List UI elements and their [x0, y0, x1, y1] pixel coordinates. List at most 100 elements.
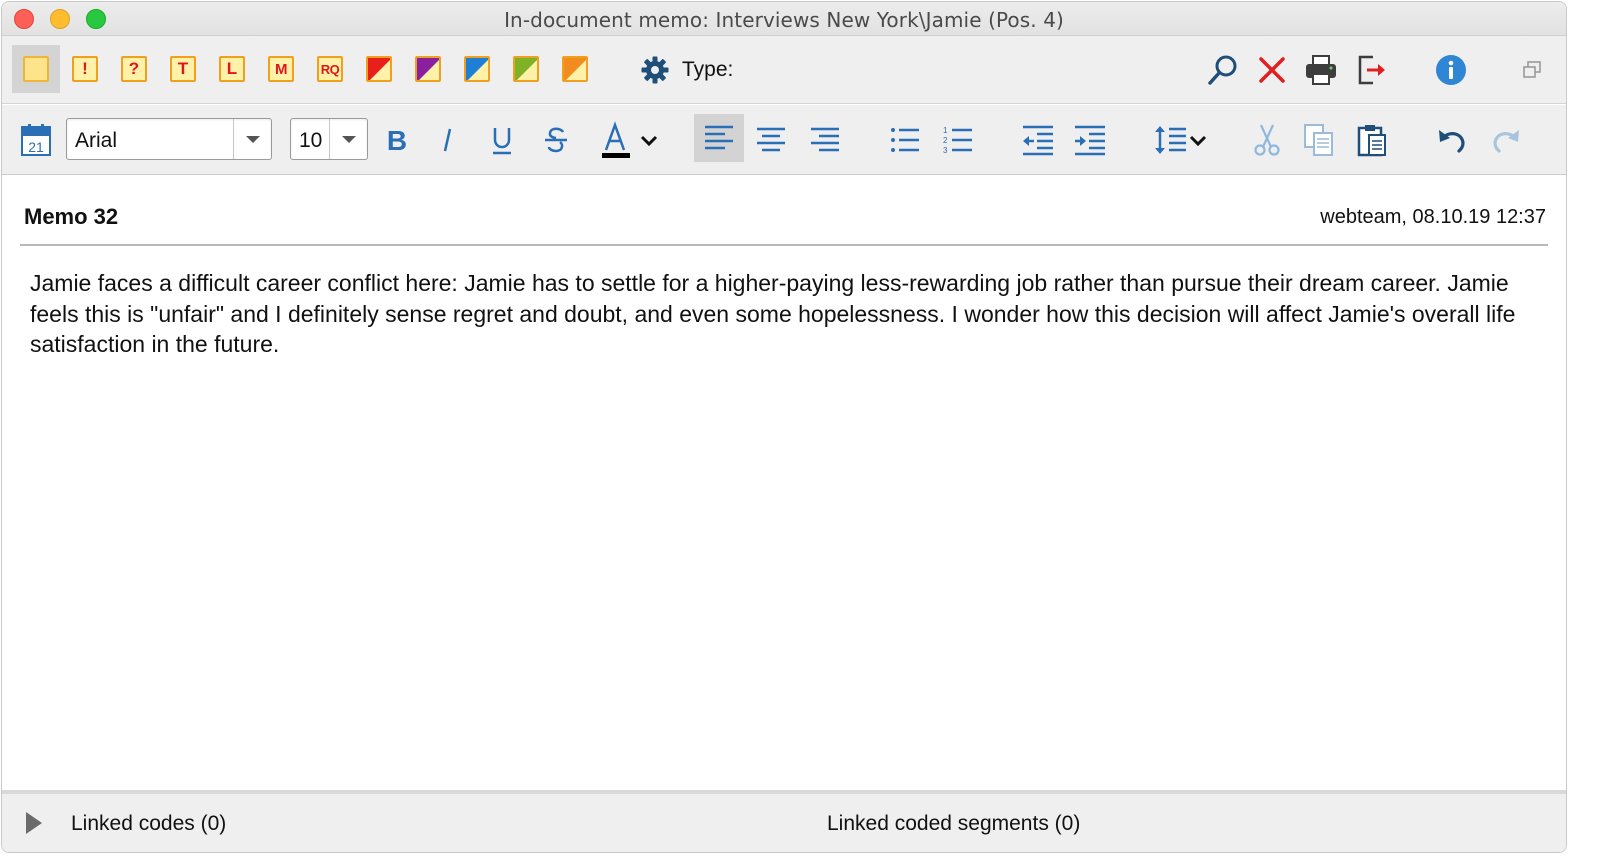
- expand-triangle-icon[interactable]: [26, 812, 42, 834]
- calendar-day: 21: [28, 139, 44, 155]
- font-family-dropdown-arrow[interactable]: [233, 119, 271, 159]
- memo-green-icon: [513, 56, 539, 82]
- type-label: Type:: [682, 58, 734, 81]
- memo-orange-icon: [562, 56, 588, 82]
- calendar-icon: 21: [21, 124, 51, 156]
- memo-theory-icon: T: [170, 56, 196, 82]
- bullet-list-button[interactable]: [885, 120, 925, 160]
- redo-icon: [1493, 130, 1519, 153]
- numbered-list-icon: 123: [943, 126, 972, 155]
- cut-icon: [1254, 124, 1280, 156]
- linked-items-bar: Linked codes (0) Linked coded segments (…: [2, 790, 1566, 852]
- linked-codes-label[interactable]: Linked codes (0): [71, 812, 226, 836]
- restore-window-button[interactable]: [1514, 52, 1550, 88]
- outdent-icon: [1023, 125, 1053, 156]
- restore-window-icon: [1523, 61, 1541, 78]
- line-spacing-button[interactable]: [1154, 120, 1216, 160]
- print-button[interactable]: [1303, 52, 1339, 88]
- align-center-icon: [757, 127, 785, 152]
- memo-type-settings-button[interactable]: [640, 55, 670, 85]
- memo-research-question-icon: RQ: [317, 56, 343, 82]
- undo-icon: [1439, 130, 1465, 153]
- paste-icon: [1357, 125, 1386, 157]
- copy-button[interactable]: [1299, 120, 1339, 160]
- memo-blue-icon: [464, 56, 490, 82]
- bullet-list-icon: [891, 128, 919, 152]
- memo-red-icon: [366, 56, 392, 82]
- strikethrough-icon: [545, 127, 567, 153]
- memo-editor[interactable]: Memo 32 webteam, 08.10.19 12:37 Jamie fa…: [2, 176, 1566, 790]
- font-color-button[interactable]: [598, 120, 662, 160]
- memo-purple-icon: [415, 56, 441, 82]
- underline-button[interactable]: [482, 120, 522, 160]
- memo-type-blue[interactable]: [453, 45, 501, 93]
- memo-text[interactable]: Jamie faces a difficult career conflict …: [30, 268, 1530, 360]
- info-button[interactable]: [1433, 52, 1469, 88]
- gear-icon: [641, 56, 669, 84]
- font-family-select[interactable]: Arial: [66, 118, 272, 160]
- bold-button[interactable]: B: [377, 120, 417, 160]
- font-size-select[interactable]: 10: [290, 118, 368, 160]
- svg-text:2: 2: [943, 136, 948, 145]
- align-right-button[interactable]: [805, 120, 845, 160]
- bold-icon: B: [387, 125, 407, 155]
- align-left-button[interactable]: [694, 114, 744, 162]
- delete-memo-button[interactable]: [1254, 52, 1290, 88]
- svg-text:B: B: [387, 125, 407, 155]
- window-title: In-document memo: Interviews New York\Ja…: [504, 8, 1064, 32]
- linked-segments-label[interactable]: Linked coded segments (0): [827, 812, 1080, 836]
- svg-text:3: 3: [943, 146, 948, 155]
- cut-button[interactable]: [1247, 120, 1287, 160]
- memo-type-red[interactable]: [355, 45, 403, 93]
- memo-method-icon: M: [268, 56, 294, 82]
- strikethrough-button[interactable]: [536, 120, 576, 160]
- export-button[interactable]: [1354, 52, 1390, 88]
- memo-type-purple[interactable]: [404, 45, 452, 93]
- font-size-dropdown-arrow[interactable]: [329, 119, 367, 159]
- memo-title[interactable]: Memo 32: [24, 204, 118, 230]
- formatting-toolbar: 21 Arial 10 B 1 2 3: [2, 105, 1566, 175]
- svg-text:1: 1: [943, 126, 948, 135]
- info-icon: [1436, 55, 1466, 85]
- memo-type-literature[interactable]: L: [208, 45, 256, 93]
- memo-question-icon: ?: [121, 56, 147, 82]
- font-color-icon: [602, 121, 658, 158]
- memo-window: In-document memo: Interviews New York\Ja…: [1, 1, 1567, 853]
- memo-type-important[interactable]: !: [61, 45, 109, 93]
- memo-type-toolbar: ! ? T L M RQ Type:: [2, 36, 1566, 104]
- memo-type-orange[interactable]: [551, 45, 599, 93]
- memo-literature-icon: L: [219, 56, 245, 82]
- indent-icon: [1075, 125, 1105, 156]
- line-spacing-icon: [1155, 126, 1207, 154]
- memo-type-method[interactable]: M: [257, 45, 305, 93]
- export-icon: [1358, 55, 1385, 85]
- italic-button[interactable]: [428, 120, 468, 160]
- underline-icon: [493, 128, 511, 155]
- chevron-down-icon: [341, 135, 356, 143]
- paste-button[interactable]: [1352, 120, 1392, 160]
- undo-button[interactable]: [1432, 120, 1472, 160]
- chevron-down-icon: [245, 135, 260, 143]
- font-size-value: 10: [299, 129, 323, 152]
- title-bar: In-document memo: Interviews New York\Ja…: [2, 2, 1566, 36]
- redo-button[interactable]: [1486, 120, 1526, 160]
- indent-button[interactable]: [1070, 120, 1110, 160]
- memo-type-question[interactable]: ?: [110, 45, 158, 93]
- align-center-button[interactable]: [751, 120, 791, 160]
- memo-important-icon: !: [72, 56, 98, 82]
- memo-type-research-question[interactable]: RQ: [306, 45, 354, 93]
- memo-type-standard[interactable]: [12, 45, 60, 93]
- memo-standard-icon: [23, 56, 49, 82]
- copy-icon: [1304, 124, 1333, 156]
- memo-type-green[interactable]: [502, 45, 550, 93]
- print-icon: [1306, 55, 1336, 85]
- memo-type-theory[interactable]: T: [159, 45, 207, 93]
- search-button[interactable]: [1205, 52, 1241, 88]
- align-left-icon: [705, 125, 733, 150]
- align-right-icon: [811, 127, 839, 152]
- delete-icon: [1259, 57, 1285, 83]
- numbered-list-button[interactable]: 123: [938, 120, 978, 160]
- font-family-value: Arial: [75, 129, 118, 152]
- insert-date-button[interactable]: 21: [16, 120, 56, 160]
- outdent-button[interactable]: [1018, 120, 1058, 160]
